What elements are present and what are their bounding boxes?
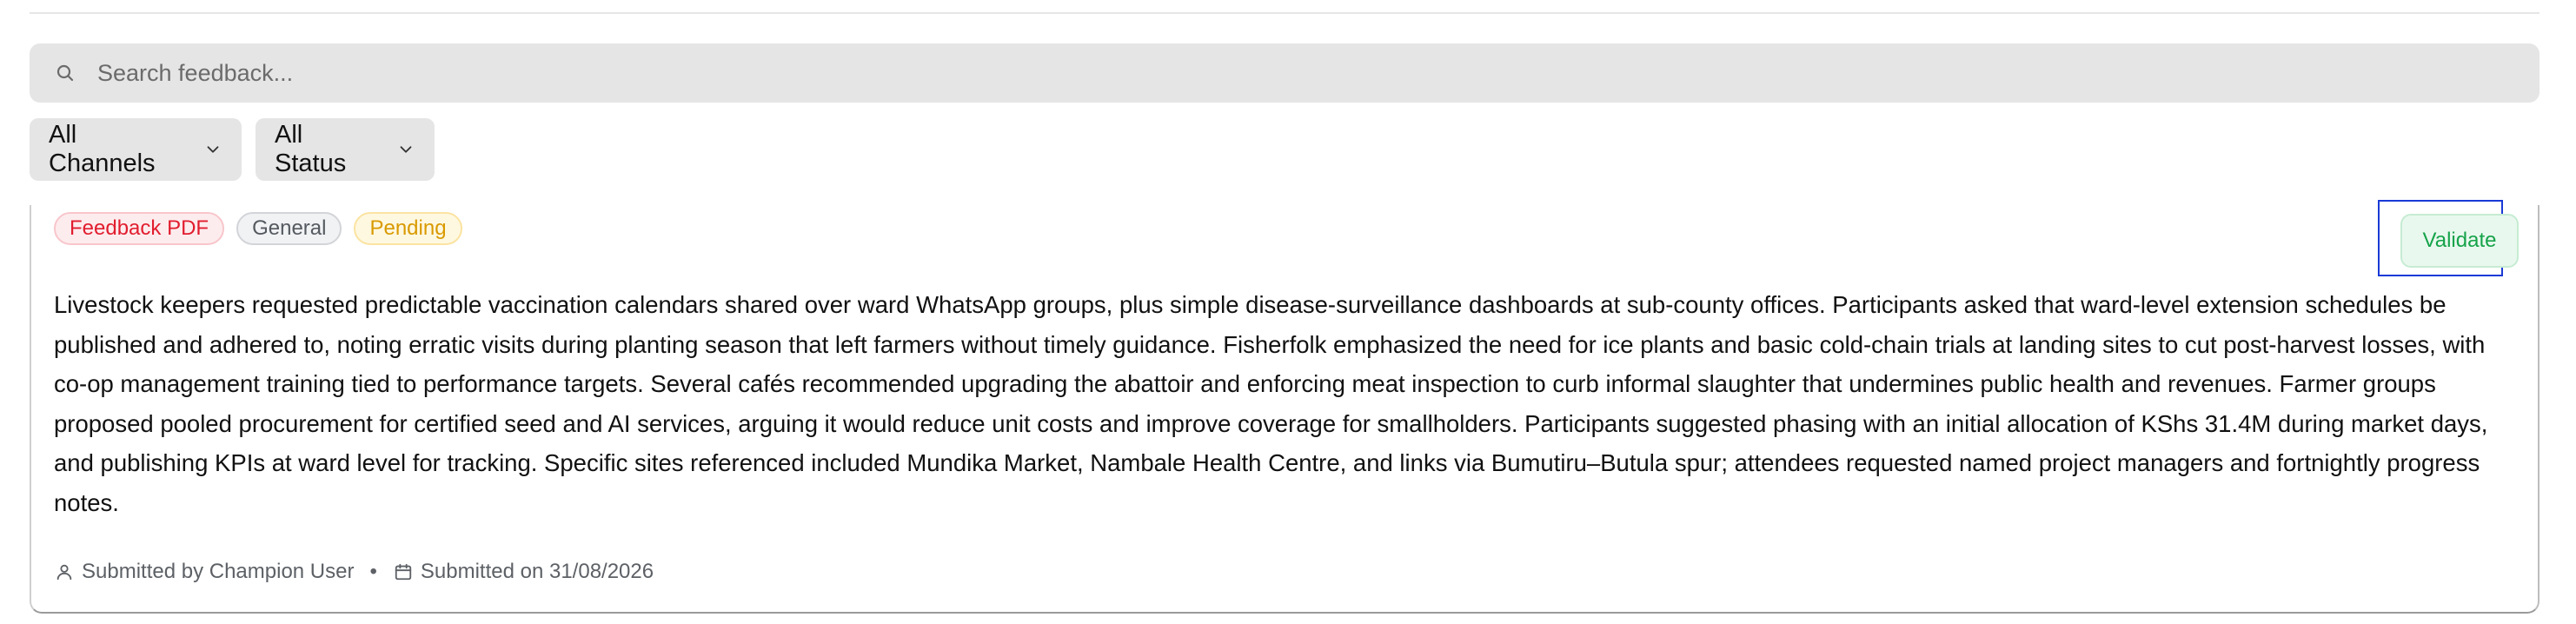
channel-filter-label: All Channels bbox=[49, 121, 156, 177]
status-badge: Pending bbox=[354, 212, 462, 245]
category-badge: General bbox=[236, 212, 342, 245]
top-divider bbox=[30, 12, 2539, 14]
submitted-by-text: Submitted by Champion User bbox=[82, 560, 355, 583]
feedback-card: Feedback PDF General Pending Validate Li… bbox=[30, 200, 2539, 614]
feedback-page: All Channels All Status Feedback PDF Gen… bbox=[0, 0, 2576, 624]
calendar-icon bbox=[393, 561, 414, 582]
user-icon bbox=[54, 561, 75, 582]
validate-button[interactable]: Validate bbox=[2400, 214, 2519, 268]
channel-filter-select[interactable]: All Channels bbox=[30, 118, 242, 181]
chevron-down-icon bbox=[203, 140, 222, 159]
search-icon bbox=[52, 60, 78, 86]
status-filter-label: All Status bbox=[275, 121, 347, 177]
badge-group: Feedback PDF General Pending bbox=[54, 212, 462, 245]
filter-bar: All Channels All Status bbox=[30, 118, 435, 181]
meta-separator: • bbox=[369, 560, 377, 583]
feedback-body-text: Livestock keepers requested predictable … bbox=[54, 291, 2488, 516]
submission-meta: Submitted by Champion User • Submitted o… bbox=[54, 560, 654, 584]
search-input[interactable] bbox=[96, 43, 2539, 103]
status-filter-select[interactable]: All Status bbox=[256, 118, 435, 181]
submitted-on-text: Submitted on 31/08/2026 bbox=[420, 560, 654, 583]
source-badge: Feedback PDF bbox=[54, 212, 225, 245]
chevron-down-icon bbox=[396, 140, 415, 159]
search-bar[interactable] bbox=[30, 43, 2539, 103]
validate-highlight-box: Validate bbox=[2378, 200, 2519, 276]
